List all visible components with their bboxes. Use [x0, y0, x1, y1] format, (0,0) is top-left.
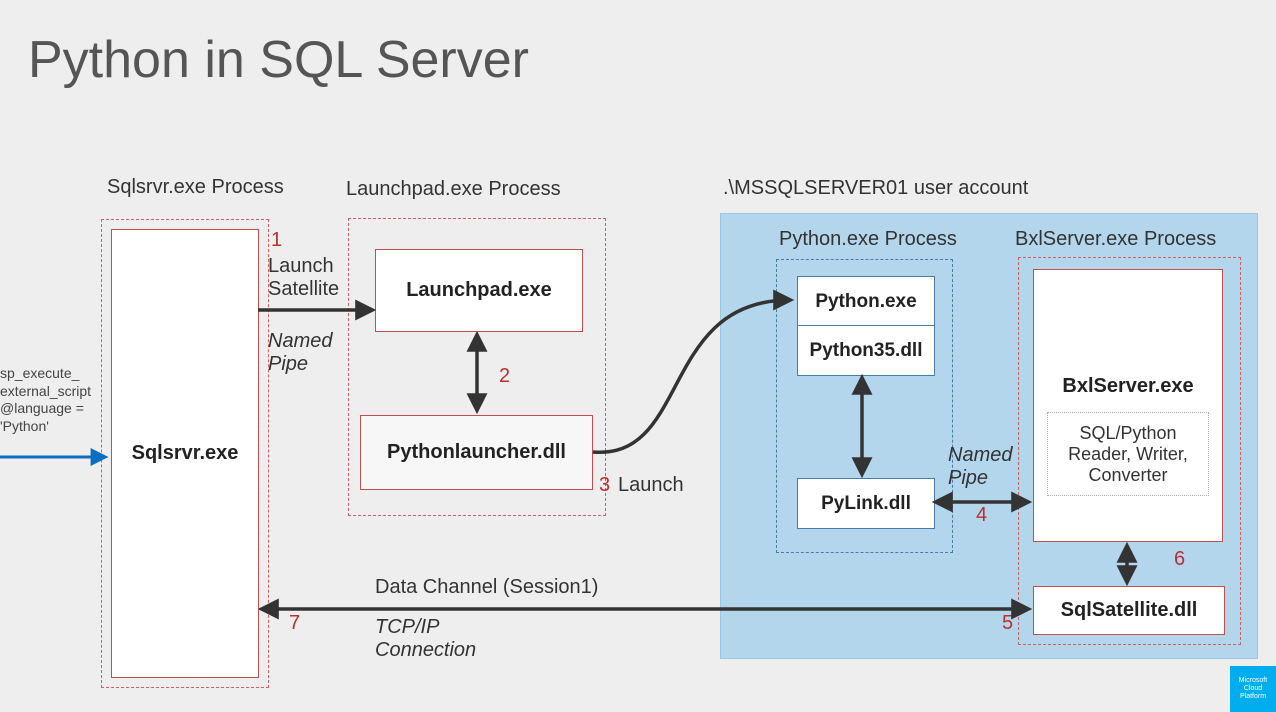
- script-line-3: @language =: [0, 400, 91, 418]
- python-exe-box: Python.exe: [797, 276, 935, 327]
- step-7: 7: [289, 612, 300, 635]
- tcpip-1: TCP/IP: [375, 616, 439, 639]
- bxlserver-label: BxlServer.exe: [1062, 375, 1193, 398]
- pylink-box: PyLink.dll: [797, 478, 935, 529]
- launchpad-process-label: Launchpad.exe Process: [346, 178, 561, 201]
- named-pipe-2b: Pipe: [948, 467, 988, 490]
- script-line-2: external_script: [0, 383, 91, 401]
- tcpip-2: Connection: [375, 639, 476, 662]
- named-pipe-2a: Named: [948, 444, 1012, 467]
- python35-box: Python35.dll: [797, 325, 935, 376]
- launchpad-box: Launchpad.exe: [375, 249, 583, 332]
- launch-satellite-1: Launch: [268, 255, 334, 278]
- step-3: 3: [599, 474, 610, 497]
- launch-label: Launch: [618, 474, 684, 497]
- ms-cloud-logo: Microsoft Cloud Platform: [1230, 666, 1276, 712]
- slide-title: Python in SQL Server: [28, 30, 529, 90]
- python-process-label: Python.exe Process: [779, 228, 957, 251]
- step-4: 4: [976, 504, 987, 527]
- readerwriter-box: SQL/Python Reader, Writer, Converter: [1047, 412, 1209, 496]
- bxl-process-label: BxlServer.exe Process: [1015, 228, 1216, 251]
- script-line-4: 'Python': [0, 418, 91, 436]
- sqlsrvr-box: Sqlsrvr.exe: [111, 229, 259, 678]
- launch-satellite-2: Satellite: [268, 278, 339, 301]
- step-1: 1: [271, 229, 282, 252]
- pylauncher-box: Pythonlauncher.dll: [360, 415, 593, 490]
- named-pipe-1b: Pipe: [268, 353, 308, 376]
- data-channel-label: Data Channel (Session1): [375, 576, 598, 599]
- bxlserver-box: BxlServer.exe SQL/Python Reader, Writer,…: [1033, 269, 1223, 542]
- step-6: 6: [1174, 548, 1185, 571]
- sqlsrvr-process-label: Sqlsrvr.exe Process: [107, 175, 284, 199]
- step-5: 5: [1002, 612, 1013, 635]
- sqlsatellite-box: SqlSatellite.dll: [1033, 586, 1225, 635]
- user-account-label: .\MSSQLSERVER01 user account: [723, 177, 1028, 200]
- sp-execute-text: sp_execute_ external_script @language = …: [0, 365, 91, 435]
- step-2: 2: [499, 365, 510, 388]
- script-line-1: sp_execute_: [0, 365, 91, 383]
- named-pipe-1a: Named: [268, 330, 332, 353]
